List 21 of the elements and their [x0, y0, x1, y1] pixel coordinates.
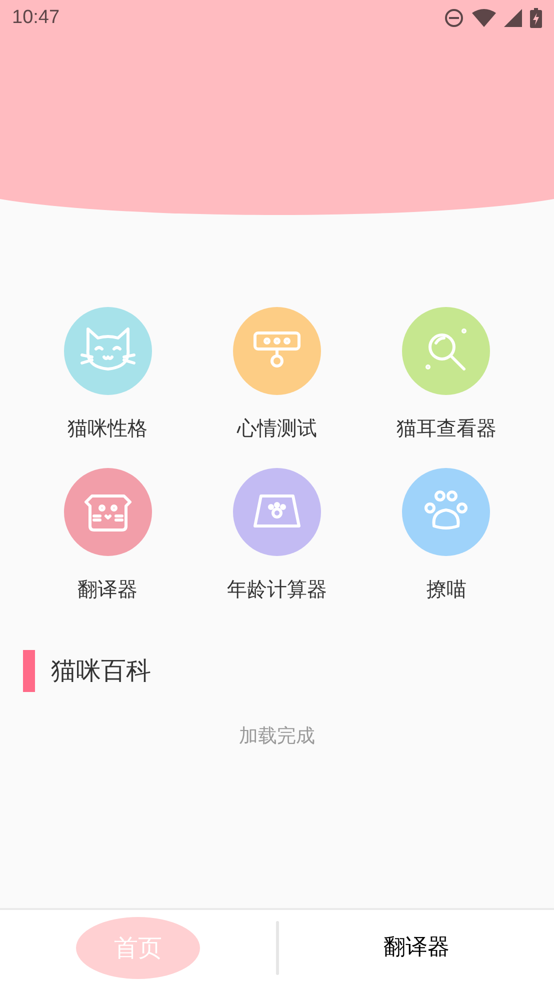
- feature-button[interactable]: 撩喵: [362, 468, 531, 602]
- feature-button[interactable]: 猫咪性格: [23, 307, 192, 441]
- feature-label: 撩喵: [426, 576, 466, 602]
- section-title: 猫咪百科: [51, 655, 151, 688]
- feature-label: 年龄计算器: [226, 576, 327, 602]
- feature-label: 猫耳查看器: [396, 415, 496, 441]
- feature-button[interactable]: 心情测试: [192, 307, 362, 441]
- feature-button[interactable]: 年龄计算器: [192, 468, 362, 602]
- feature-button[interactable]: 猫耳查看器: [362, 307, 531, 441]
- feature-button[interactable]: 翻译器: [23, 468, 192, 602]
- feature-label: 心情测试: [236, 415, 317, 441]
- wifi-icon: [472, 9, 496, 27]
- loading-status: 加载完成: [239, 724, 315, 749]
- status-time: 10:47: [12, 6, 60, 30]
- feature-label: 猫咪性格: [68, 415, 148, 441]
- do-not-disturb-icon: [444, 8, 464, 28]
- signal-icon: [504, 9, 522, 27]
- nav-tab[interactable]: 翻译器: [354, 916, 478, 978]
- feature-label: 翻译器: [78, 576, 138, 602]
- battery-charging-icon: [530, 8, 542, 28]
- section-marker: [23, 650, 35, 692]
